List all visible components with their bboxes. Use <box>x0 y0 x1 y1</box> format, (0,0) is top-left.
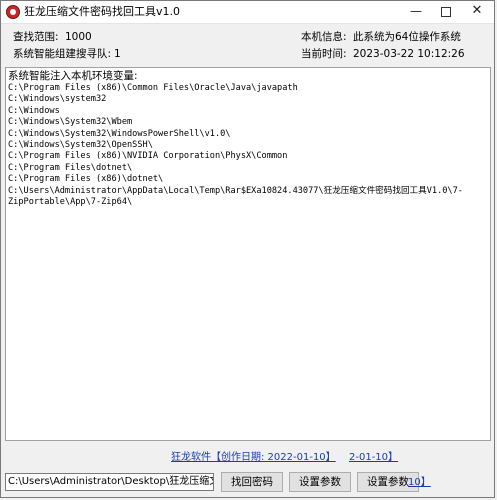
date-link-overlay[interactable]: 10】 <box>408 476 431 489</box>
close-button[interactable]: ✕ <box>462 1 492 23</box>
machine-info-label: 本机信息: <box>301 31 347 43</box>
title-bar[interactable]: 狂龙压缩文件密码找回工具v1.0 — ✕ <box>1 1 494 24</box>
environment-log[interactable]: 系统智能注入本机环境变量: C:\Program Files (x86)\Com… <box>5 67 491 441</box>
search-range-value: 1000 <box>65 31 92 43</box>
window-title: 狂龙压缩文件密码找回工具v1.0 <box>24 5 181 18</box>
log-line: C:\Users\Administrator\AppData\Local\Tem… <box>8 185 463 196</box>
log-line: C:\Windows <box>8 105 60 116</box>
current-time-value: 2023-03-22 10:12:26 <box>353 48 465 60</box>
queue-label: 系统智能组建搜寻队: <box>13 48 112 60</box>
search-range-label: 查找范围: <box>13 31 59 43</box>
log-line: 系统智能注入本机环境变量: <box>8 70 138 82</box>
app-window: 狂龙压缩文件密码找回工具v1.0 — ✕ 查找范围: 1000 系统智能组建搜寻… <box>0 0 495 498</box>
find-password-button[interactable]: 找回密码 <box>221 472 283 492</box>
log-line: C:\Windows\system32 <box>8 94 107 105</box>
date-link[interactable]: 2-01-10】 <box>349 451 398 464</box>
log-line: C:\Windows\System32\Wbem <box>8 117 133 128</box>
app-logo-icon <box>6 5 20 19</box>
minimize-button[interactable]: — <box>401 1 431 23</box>
log-line: C:\Program Files\dotnet\ <box>8 162 133 173</box>
maximize-icon <box>441 6 451 17</box>
path-input[interactable]: C:\Users\Administrator\Desktop\狂龙压缩文件 <box>5 473 214 491</box>
log-line: C:\Windows\System32\WindowsPowerShell\v1… <box>8 128 231 139</box>
current-time-label: 当前时间: <box>301 48 347 60</box>
queue-value: 1 <box>114 48 121 60</box>
log-line: C:\Program Files (x86)\NVIDIA Corporatio… <box>8 151 288 162</box>
log-line: C:\Program Files (x86)\dotnet\ <box>8 174 164 185</box>
machine-info-value: 此系统为64位操作系统 <box>353 31 461 43</box>
software-link[interactable]: 狂龙软件【创作日期: 2022-01-10】 <box>171 451 336 464</box>
log-line: C:\Windows\System32\OpenSSH\ <box>8 140 153 151</box>
log-line: ZipPortable\App\7-Zip64\ <box>8 197 133 208</box>
log-line: C:\Program Files (x86)\Common Files\Orac… <box>8 83 298 93</box>
maximize-button[interactable] <box>431 1 461 23</box>
settings-button[interactable]: 设置参数 <box>289 472 351 492</box>
